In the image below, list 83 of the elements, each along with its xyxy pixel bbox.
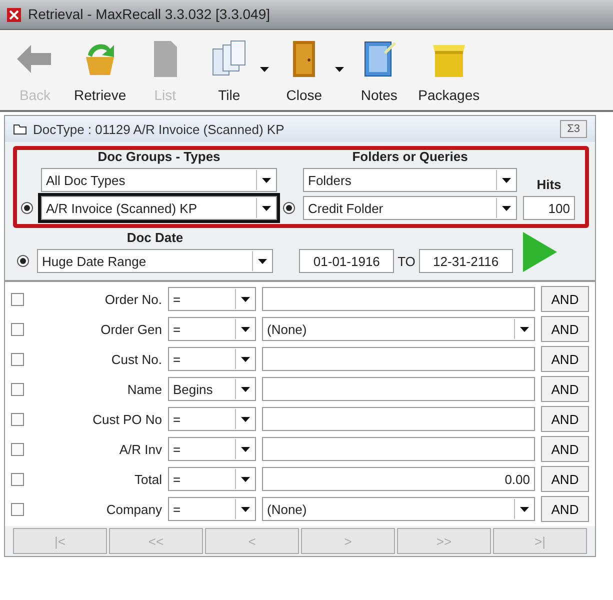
value-field[interactable]: 0.00 [262, 467, 535, 492]
value-field[interactable] [262, 287, 535, 312]
dropdown-arrow-icon [520, 326, 529, 332]
checkbox[interactable] [11, 382, 24, 396]
date-to-field[interactable]: 12-31-2116 [418, 249, 513, 274]
caret-icon[interactable] [335, 66, 344, 72]
toolbar-button[interactable]: Tile [200, 38, 258, 106]
section-heading: Doc Groups - Types [96, 150, 222, 164]
field-label: Total [134, 470, 162, 488]
date-range-dropdown[interactable]: Huge Date Range [37, 249, 273, 274]
operator-dropdown[interactable]: = [168, 407, 256, 432]
hits-label: Hits [536, 178, 562, 192]
field-label: Cust No. [110, 350, 162, 368]
checkbox[interactable] [11, 352, 24, 366]
section-heading: Doc Date [126, 231, 184, 246]
radio-button[interactable] [21, 202, 33, 214]
value-field[interactable] [262, 347, 535, 372]
checkbox[interactable] [11, 442, 24, 456]
value-field[interactable] [262, 437, 535, 462]
dropdown-arrow-icon [241, 326, 250, 332]
field-label: Company [105, 500, 162, 519]
caret-icon[interactable] [260, 66, 270, 72]
operator-dropdown[interactable]: = [168, 437, 256, 462]
value-field[interactable] [262, 407, 535, 432]
folder-dropdown[interactable]: Credit Folder [303, 196, 517, 220]
checkbox[interactable] [11, 412, 24, 426]
operator-dropdown[interactable]: = [168, 497, 256, 522]
field-label: A/R Inv [118, 440, 162, 458]
panel-close-button[interactable]: Σ3 [560, 120, 587, 138]
folder-group-dropdown[interactable]: Folders [303, 168, 517, 192]
and-button[interactable]: AND [541, 466, 589, 492]
and-button[interactable]: AND [541, 436, 589, 462]
dropdown-arrow-icon [502, 178, 511, 183]
checkbox[interactable] [11, 502, 24, 516]
field-label: Order Gen [100, 320, 162, 338]
dropdown-arrow-icon [241, 356, 250, 362]
radio-button[interactable] [283, 202, 295, 214]
radio-button[interactable] [17, 255, 29, 268]
section-heading: Folders or Queries [351, 150, 469, 164]
and-button[interactable]: AND [541, 316, 589, 342]
operator-dropdown[interactable]: = [168, 317, 256, 342]
value-dropdown[interactable]: (None) [262, 317, 535, 342]
toolbar-button[interactable]: Retrieve [70, 38, 130, 106]
dropdown-arrow-icon [262, 178, 271, 183]
and-button[interactable]: AND [541, 286, 589, 312]
folder-icon [13, 123, 27, 136]
value-dropdown[interactable]: (None) [262, 497, 535, 522]
checkbox[interactable] [11, 322, 24, 336]
operator-dropdown[interactable]: Begins [168, 377, 256, 402]
panel-title: DocType : 01129 A/R Invoice (Scanned) KP [33, 120, 284, 139]
field-label: Order No. [104, 290, 162, 308]
dropdown-arrow-icon [262, 206, 271, 211]
dropdown-arrow-icon [241, 506, 250, 512]
dropdown-arrow-icon [258, 258, 267, 264]
value-field[interactable] [262, 377, 535, 402]
hits-field[interactable]: 100 [523, 196, 575, 220]
operator-dropdown[interactable]: = [168, 347, 256, 372]
dropdown-arrow-icon [241, 476, 250, 482]
operator-dropdown[interactable]: = [168, 467, 256, 492]
toolbar-button[interactable]: Packages [414, 38, 484, 106]
and-button[interactable]: AND [541, 376, 589, 402]
operator-dropdown[interactable]: = [168, 287, 256, 312]
date-from-field[interactable]: 01-01-1916 [299, 249, 394, 274]
and-button[interactable]: AND [541, 406, 589, 432]
checkbox[interactable] [11, 292, 24, 306]
doc-type-dropdown[interactable]: A/R Invoice (Scanned) KP [41, 196, 277, 220]
app-icon [6, 6, 22, 22]
dropdown-arrow-icon [241, 386, 250, 392]
dropdown-arrow-icon [241, 296, 250, 302]
toolbar-button[interactable]: Close [275, 38, 334, 106]
dropdown-arrow-icon [241, 416, 250, 422]
field-label: Name [126, 380, 162, 398]
dropdown-arrow-icon [241, 446, 250, 452]
and-button[interactable]: AND [541, 496, 589, 522]
field-label: Cust PO No [92, 410, 162, 428]
group-dropdown[interactable]: All Doc Types [41, 168, 277, 192]
checkbox[interactable] [11, 472, 24, 486]
toolbar-button[interactable]: Notes [350, 38, 408, 106]
window-title: Retrieval - MaxRecall 3.3.032 [3.3.049] [28, 5, 270, 24]
and-button[interactable]: AND [541, 346, 589, 372]
to-label: TO [398, 252, 416, 270]
dropdown-arrow-icon [502, 206, 511, 211]
dropdown-arrow-icon [520, 506, 529, 512]
